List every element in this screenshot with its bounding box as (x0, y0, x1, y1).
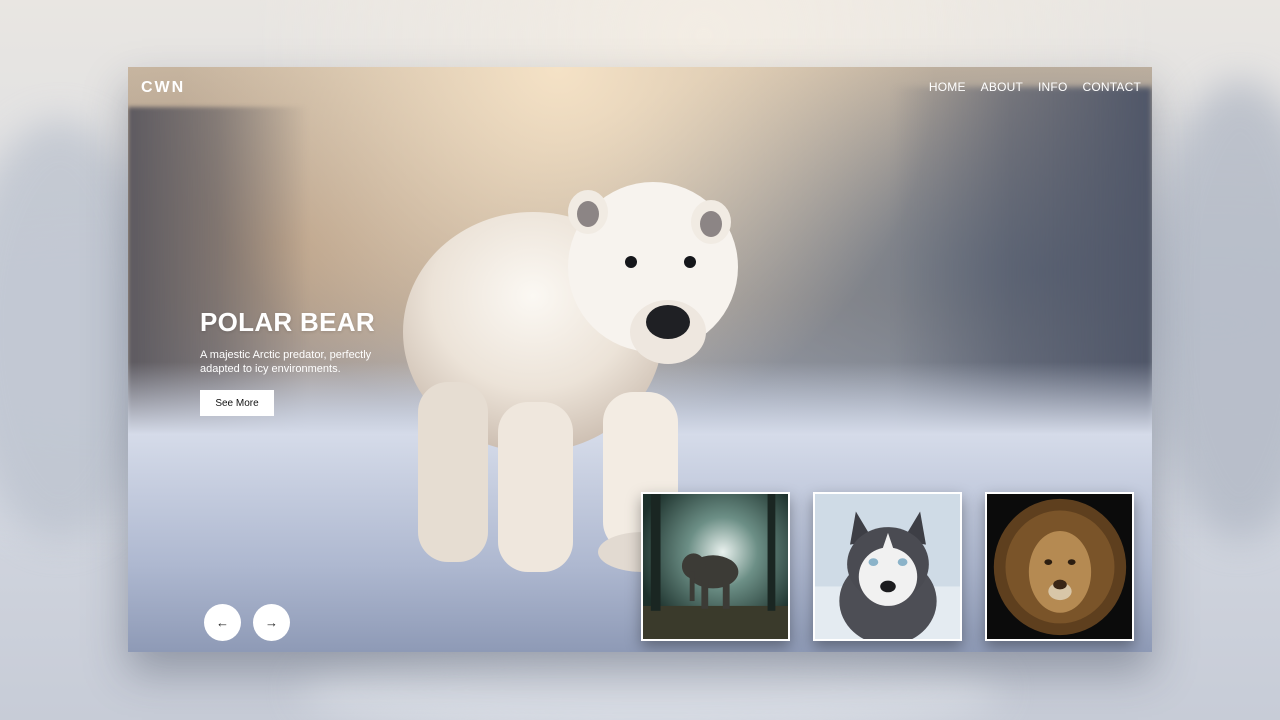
hero-title: POLAR BEAR (200, 307, 375, 337)
arrow-right-icon: → (265, 615, 278, 630)
slider-controls: ← → (204, 604, 290, 641)
nav-about-link[interactable]: ABOUT (981, 80, 1023, 94)
thumbnail-list (641, 492, 1134, 641)
nav-home-link[interactable]: HOME (929, 80, 966, 94)
next-slide-button[interactable]: → (253, 604, 290, 641)
brand-logo[interactable]: CWN (141, 79, 185, 97)
main-nav: HOME ABOUT INFO CONTACT (929, 80, 1141, 94)
arrow-left-icon: ← (216, 615, 229, 630)
nav-info-link[interactable]: INFO (1038, 80, 1067, 94)
background-blur (1150, 80, 1280, 540)
prev-slide-button[interactable]: ← (204, 604, 241, 641)
hero-slider-card: CWN HOME ABOUT INFO CONTACT POLAR BEAR A… (128, 67, 1152, 652)
elephant-image (643, 494, 788, 639)
lion-image (987, 494, 1132, 639)
thumbnail-husky[interactable] (813, 492, 962, 641)
see-more-button[interactable]: See More (200, 390, 274, 416)
husky-image (815, 494, 960, 639)
hero-description: A majestic Arctic predator, perfectly ad… (200, 349, 372, 375)
background-blur (300, 640, 1000, 720)
thumbnail-elephant[interactable] (641, 492, 790, 641)
nav-contact-link[interactable]: CONTACT (1082, 80, 1141, 94)
thumbnail-lion[interactable] (985, 492, 1134, 641)
